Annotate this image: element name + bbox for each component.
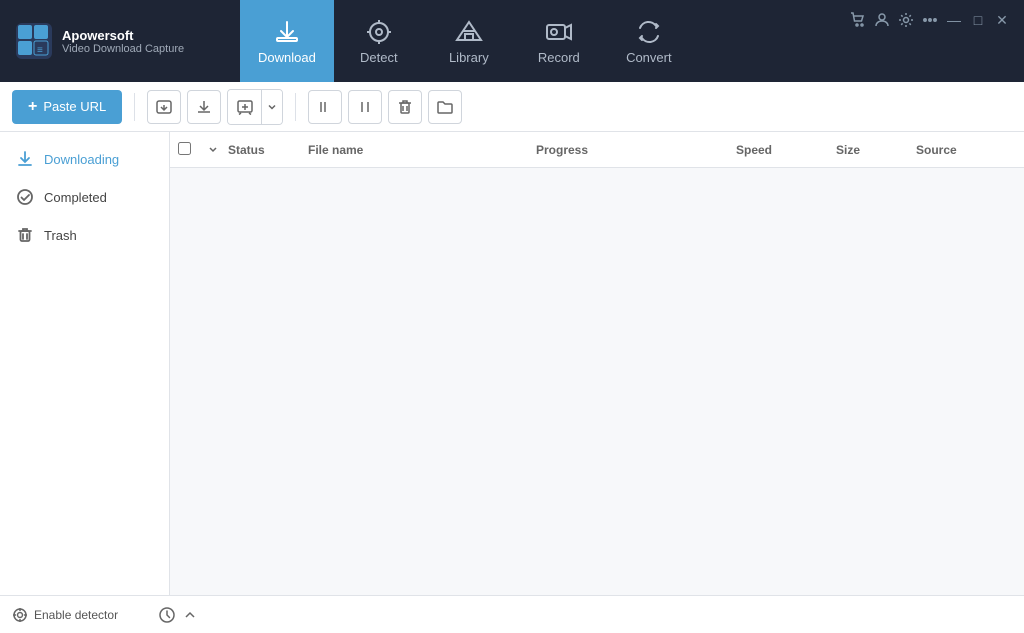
separator-button[interactable] bbox=[348, 90, 382, 124]
add-button-group bbox=[227, 89, 283, 125]
tab-download[interactable]: Download bbox=[240, 0, 334, 82]
th-size: Size bbox=[836, 143, 916, 157]
folder-icon bbox=[436, 98, 454, 116]
sidebar-item-trash-label: Trash bbox=[44, 228, 77, 243]
more-icon[interactable] bbox=[920, 10, 940, 30]
tab-download-label: Download bbox=[258, 50, 316, 65]
chevron-up-button[interactable] bbox=[184, 609, 196, 621]
toolbar: + Paste URL bbox=[0, 82, 1024, 132]
close-button[interactable]: ✕ bbox=[992, 10, 1012, 30]
app-name: Apowersoft bbox=[62, 28, 184, 43]
tab-detect[interactable]: Detect bbox=[334, 0, 424, 82]
sidebar: Downloading Completed Trash bbox=[0, 132, 170, 595]
convert-tab-icon bbox=[635, 18, 663, 46]
toolbar-separator-1 bbox=[134, 93, 135, 121]
table-body bbox=[170, 168, 1024, 595]
library-tab-icon bbox=[455, 18, 483, 46]
chevron-up-icon bbox=[184, 609, 196, 621]
paste-url-button[interactable]: + Paste URL bbox=[12, 90, 122, 124]
tab-detect-label: Detect bbox=[360, 50, 398, 65]
th-progress: Progress bbox=[536, 143, 736, 157]
th-status: Status bbox=[228, 143, 308, 157]
statusbar: Enable detector bbox=[0, 595, 1024, 633]
open-folder-button[interactable] bbox=[428, 90, 462, 124]
import-url-button[interactable] bbox=[147, 90, 181, 124]
completed-icon bbox=[16, 188, 34, 206]
minimize-button[interactable]: — bbox=[944, 10, 964, 30]
th-source: Source bbox=[916, 143, 1016, 157]
delete-icon bbox=[396, 98, 414, 116]
sidebar-item-completed-label: Completed bbox=[44, 190, 107, 205]
svg-text:≡: ≡ bbox=[37, 45, 43, 56]
app-logo-icon: ≡ bbox=[16, 23, 52, 59]
tab-convert-label: Convert bbox=[626, 50, 672, 65]
sidebar-item-downloading-label: Downloading bbox=[44, 152, 119, 167]
th-speed: Speed bbox=[736, 143, 836, 157]
select-all-checkbox[interactable] bbox=[178, 142, 191, 155]
detect-tab-icon bbox=[365, 18, 393, 46]
logo-area: ≡ Apowersoft Video Download Capture bbox=[0, 23, 240, 59]
tab-library[interactable]: Library bbox=[424, 0, 514, 82]
th-filename: File name bbox=[308, 143, 536, 157]
sidebar-item-completed[interactable]: Completed bbox=[0, 178, 169, 216]
paste-url-label: Paste URL bbox=[43, 99, 106, 114]
toolbar-separator-2 bbox=[295, 93, 296, 121]
trash-icon bbox=[16, 226, 34, 244]
import-url-icon bbox=[155, 98, 173, 116]
pause-button[interactable] bbox=[308, 90, 342, 124]
add-icon bbox=[236, 98, 254, 116]
tab-record-label: Record bbox=[538, 50, 580, 65]
add-dropdown-chevron-icon bbox=[267, 102, 277, 112]
th-checkbox bbox=[178, 142, 208, 158]
titlebar: ≡ Apowersoft Video Download Capture Down… bbox=[0, 0, 1024, 82]
cart-icon[interactable] bbox=[848, 10, 868, 30]
delete-button[interactable] bbox=[388, 90, 422, 124]
download-tab-icon bbox=[273, 18, 301, 46]
maximize-button[interactable]: □ bbox=[968, 10, 988, 30]
enable-detector-label: Enable detector bbox=[34, 608, 118, 622]
main-content: Downloading Completed Trash bbox=[0, 132, 1024, 595]
downloading-icon bbox=[16, 150, 34, 168]
timer-icon bbox=[158, 606, 176, 624]
download-button[interactable] bbox=[187, 90, 221, 124]
app-subtitle: Video Download Capture bbox=[62, 43, 184, 55]
pause-icon bbox=[316, 98, 334, 116]
window-controls: — □ ✕ bbox=[836, 0, 1024, 30]
separator-icon bbox=[356, 98, 374, 116]
settings-icon[interactable] bbox=[896, 10, 916, 30]
tab-convert[interactable]: Convert bbox=[604, 0, 694, 82]
nav-tabs: Download Detect Library bbox=[240, 0, 836, 82]
add-dropdown-button[interactable] bbox=[262, 90, 282, 124]
tab-record[interactable]: Record bbox=[514, 0, 604, 82]
download-icon bbox=[195, 98, 213, 116]
add-button[interactable] bbox=[228, 90, 262, 124]
enable-detector-button[interactable]: Enable detector bbox=[12, 607, 118, 623]
logo-text: Apowersoft Video Download Capture bbox=[62, 28, 184, 55]
th-arrow bbox=[208, 143, 228, 157]
progress-timer-button[interactable] bbox=[158, 606, 176, 624]
content-area: Status File name Progress Speed Size Sou… bbox=[170, 132, 1024, 595]
enable-detector-icon bbox=[12, 607, 28, 623]
sort-icon bbox=[208, 144, 218, 154]
table-header: Status File name Progress Speed Size Sou… bbox=[170, 132, 1024, 168]
sidebar-item-downloading[interactable]: Downloading bbox=[0, 140, 169, 178]
plus-icon: + bbox=[28, 98, 37, 116]
tab-library-label: Library bbox=[449, 50, 489, 65]
user-icon[interactable] bbox=[872, 10, 892, 30]
sidebar-item-trash[interactable]: Trash bbox=[0, 216, 169, 254]
record-tab-icon bbox=[545, 18, 573, 46]
